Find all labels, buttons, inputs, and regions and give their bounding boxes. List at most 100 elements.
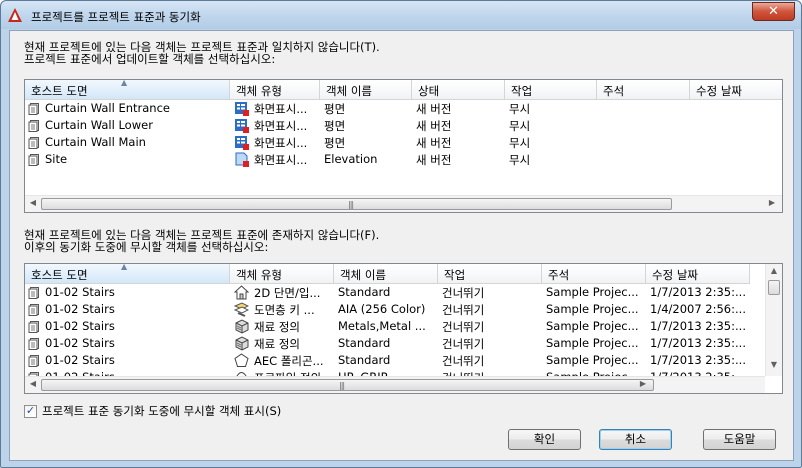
display-set-icon — [234, 152, 249, 167]
cell-text: Sample Projec... — [546, 336, 639, 350]
table-cell-date: 1/7/2013 2:35:... — [646, 318, 750, 335]
close-button[interactable]: ✕ — [752, 2, 795, 21]
column-header[interactable]: 작업 — [505, 80, 597, 100]
column-header[interactable]: 호스트 도면 ▲ — [25, 264, 230, 284]
drawing-file-icon — [28, 303, 41, 316]
table-cell-action: 무시 — [505, 117, 597, 134]
column-header[interactable]: 객체 이름 — [320, 80, 412, 100]
scroll-right-arrow[interactable]: ▶ — [637, 379, 649, 388]
scroll-left-arrow[interactable]: ◀ — [27, 379, 39, 388]
table-cell-type: 화면표시... — [230, 134, 320, 151]
dialog-client-area: 현재 프로젝트에 있는 다음 객체는 프로젝트 표준과 일치하지 않습니다(T)… — [9, 30, 794, 461]
table-cell-type: 화면표시... — [230, 117, 320, 134]
ok-button[interactable]: 확인 — [508, 429, 581, 450]
list-header: 호스트 도면 ▲ 객체 유형 객체 이름 상태 작업 주석 수정 날짜 — [25, 80, 782, 100]
cell-text: Standard — [338, 353, 391, 367]
vertical-scrollbar[interactable]: ▲ ▼ — [765, 264, 782, 376]
column-header[interactable]: 수정 날짜 — [690, 80, 782, 100]
cell-text: 1/7/2013 2:35:... — [650, 336, 746, 350]
table-cell-name: 평면 — [320, 117, 412, 134]
table-cell-type: 화면표시... — [230, 151, 320, 168]
scroll-thumb[interactable]: ||| — [41, 198, 672, 210]
cell-text: 무시 — [509, 153, 531, 167]
cancel-button[interactable]: 취소 — [599, 429, 672, 450]
drawing-file-icon — [28, 102, 41, 115]
table-cell-host: Curtain Wall Main — [25, 134, 230, 151]
display-rep-icon — [234, 118, 249, 133]
scroll-right-arrow[interactable]: ▶ — [766, 198, 778, 207]
cell-text: 재료 정의 — [254, 320, 300, 334]
cell-text: 화면표시... — [254, 136, 308, 150]
table-row[interactable]: Curtain Wall Lower 화면표시... 평면 새 버전 무시 — [25, 117, 782, 134]
title-bar[interactable]: 프로젝트를 프로젝트 표준과 동기화 ✕ — [1, 1, 801, 29]
table-row[interactable]: Curtain Wall Entrance 화면표시... 평면 새 버전 무시 — [25, 100, 782, 117]
table-cell-action: 무시 — [505, 100, 597, 117]
cell-text: 재료 정의 — [254, 337, 300, 351]
table-cell-comment — [597, 151, 690, 168]
cell-text: 건너뛰기 — [442, 337, 485, 351]
autocad-app-icon — [8, 8, 22, 22]
show-ignored-objects-checkbox[interactable]: ✓ — [24, 404, 37, 418]
missing-objects-list[interactable]: 호스트 도면 ▲ 객체 유형 객체 이름 작업 주석 수정 날짜 01-02 Stairs 2… — [24, 263, 783, 394]
table-cell-date: 1/7/2013 2:35:... — [646, 284, 750, 301]
cell-text: Sample Projec... — [546, 319, 639, 333]
table-cell-name: Metals,Metal ... — [334, 318, 438, 335]
section2-message-line2: 이후의 동기화 도중에 무시할 객체를 선택하십시오: — [24, 240, 269, 254]
column-header[interactable]: 객체 이름 — [334, 264, 438, 284]
column-header[interactable]: 주석 — [542, 264, 646, 284]
cell-text: 새 버전 — [416, 119, 452, 133]
table-cell-comment: Sample Projec... — [542, 301, 646, 318]
scroll-thumb[interactable] — [768, 280, 780, 295]
horizontal-scrollbar[interactable]: ◀ ||| ▶ — [25, 376, 765, 393]
scroll-down-arrow[interactable]: ▼ — [768, 360, 780, 369]
scroll-thumb[interactable]: ||| — [41, 379, 654, 391]
table-cell-action: 무시 — [505, 151, 597, 168]
column-header[interactable]: 수정 날짜 — [646, 264, 750, 284]
table-cell-action: 건너뛰기 — [438, 335, 542, 352]
drawing-file-icon — [28, 119, 41, 132]
mismatched-objects-list[interactable]: 호스트 도면 ▲ 객체 유형 객체 이름 상태 작업 주석 수정 날짜 Curtain Wal… — [24, 79, 783, 213]
show-ignored-objects-option[interactable]: ✓ 프로젝트 표준 동기화 도중에 무시할 객체 표시(S) — [24, 403, 281, 419]
column-header[interactable]: 주석 — [597, 80, 690, 100]
column-header[interactable]: 객체 유형 — [230, 264, 334, 284]
help-button[interactable]: 도움말 — [703, 429, 776, 450]
table-row[interactable]: Curtain Wall Main 화면표시... 평면 새 버전 무시 — [25, 134, 782, 151]
table-cell-action: 건너뛰기 — [438, 352, 542, 369]
scroll-up-arrow[interactable]: ▲ — [768, 266, 780, 275]
table-row[interactable]: Site 화면표시... Elevation 새 버전 무시 — [25, 151, 782, 168]
cell-text: 화면표시... — [254, 119, 308, 133]
column-header[interactable]: 객체 유형 — [230, 80, 320, 100]
table-row[interactable]: 01-02 Stairs 재료 정의 Standard 건너뛰기 Sample Proj… — [25, 335, 750, 352]
horizontal-scrollbar[interactable]: ◀ ||| ▶ — [25, 195, 782, 212]
cell-text: 평면 — [324, 136, 346, 150]
table-cell-name: 평면 — [320, 134, 412, 151]
table-cell-host: 01-02 Stairs — [25, 335, 230, 352]
table-cell-host: Curtain Wall Lower — [25, 117, 230, 134]
column-header[interactable]: 호스트 도면 ▲ — [25, 80, 230, 100]
table-row[interactable]: 01-02 Stairs 도면층 키 ... AIA (256 Color) 건너뛰기… — [25, 301, 750, 318]
table-cell-comment: Sample Projec... — [542, 352, 646, 369]
list-rows: Curtain Wall Entrance 화면표시... 평면 새 버전 무시 Curt… — [25, 100, 782, 168]
cell-text: 무시 — [509, 119, 531, 133]
table-cell-type: 재료 정의 — [230, 335, 334, 352]
column-header[interactable]: 상태 — [412, 80, 505, 100]
scroll-grip-icon: ||| — [339, 381, 345, 390]
material-icon — [234, 336, 249, 351]
table-row[interactable]: 01-02 Stairs AEC 폴리곤... Standard 건너뛰기 Sample… — [25, 352, 750, 369]
drawing-file-icon — [28, 354, 41, 367]
table-row[interactable]: 01-02 Stairs 재료 정의 Metals,Metal ... 건너뛰기 Sam… — [25, 318, 750, 335]
table-cell-host: 01-02 Stairs — [25, 301, 230, 318]
display-rep-icon — [234, 101, 249, 116]
column-header[interactable]: 작업 — [438, 264, 542, 284]
cell-text: Site — [45, 152, 68, 166]
table-cell-date: 1/7/2013 2:35:... — [646, 335, 750, 352]
scroll-left-arrow[interactable]: ◀ — [27, 198, 39, 207]
layer-key-icon — [233, 302, 250, 317]
table-cell-comment — [597, 100, 690, 117]
cell-text: Standard — [338, 336, 391, 350]
table-cell-name: AIA (256 Color) — [334, 301, 438, 318]
table-row[interactable]: 01-02 Stairs 2D 단면/입... Standard 건너뛰기 Sample… — [25, 284, 750, 301]
cell-text: 새 버전 — [416, 136, 452, 150]
cell-text: 01-02 Stairs — [45, 336, 115, 350]
table-cell-host: 01-02 Stairs — [25, 318, 230, 335]
